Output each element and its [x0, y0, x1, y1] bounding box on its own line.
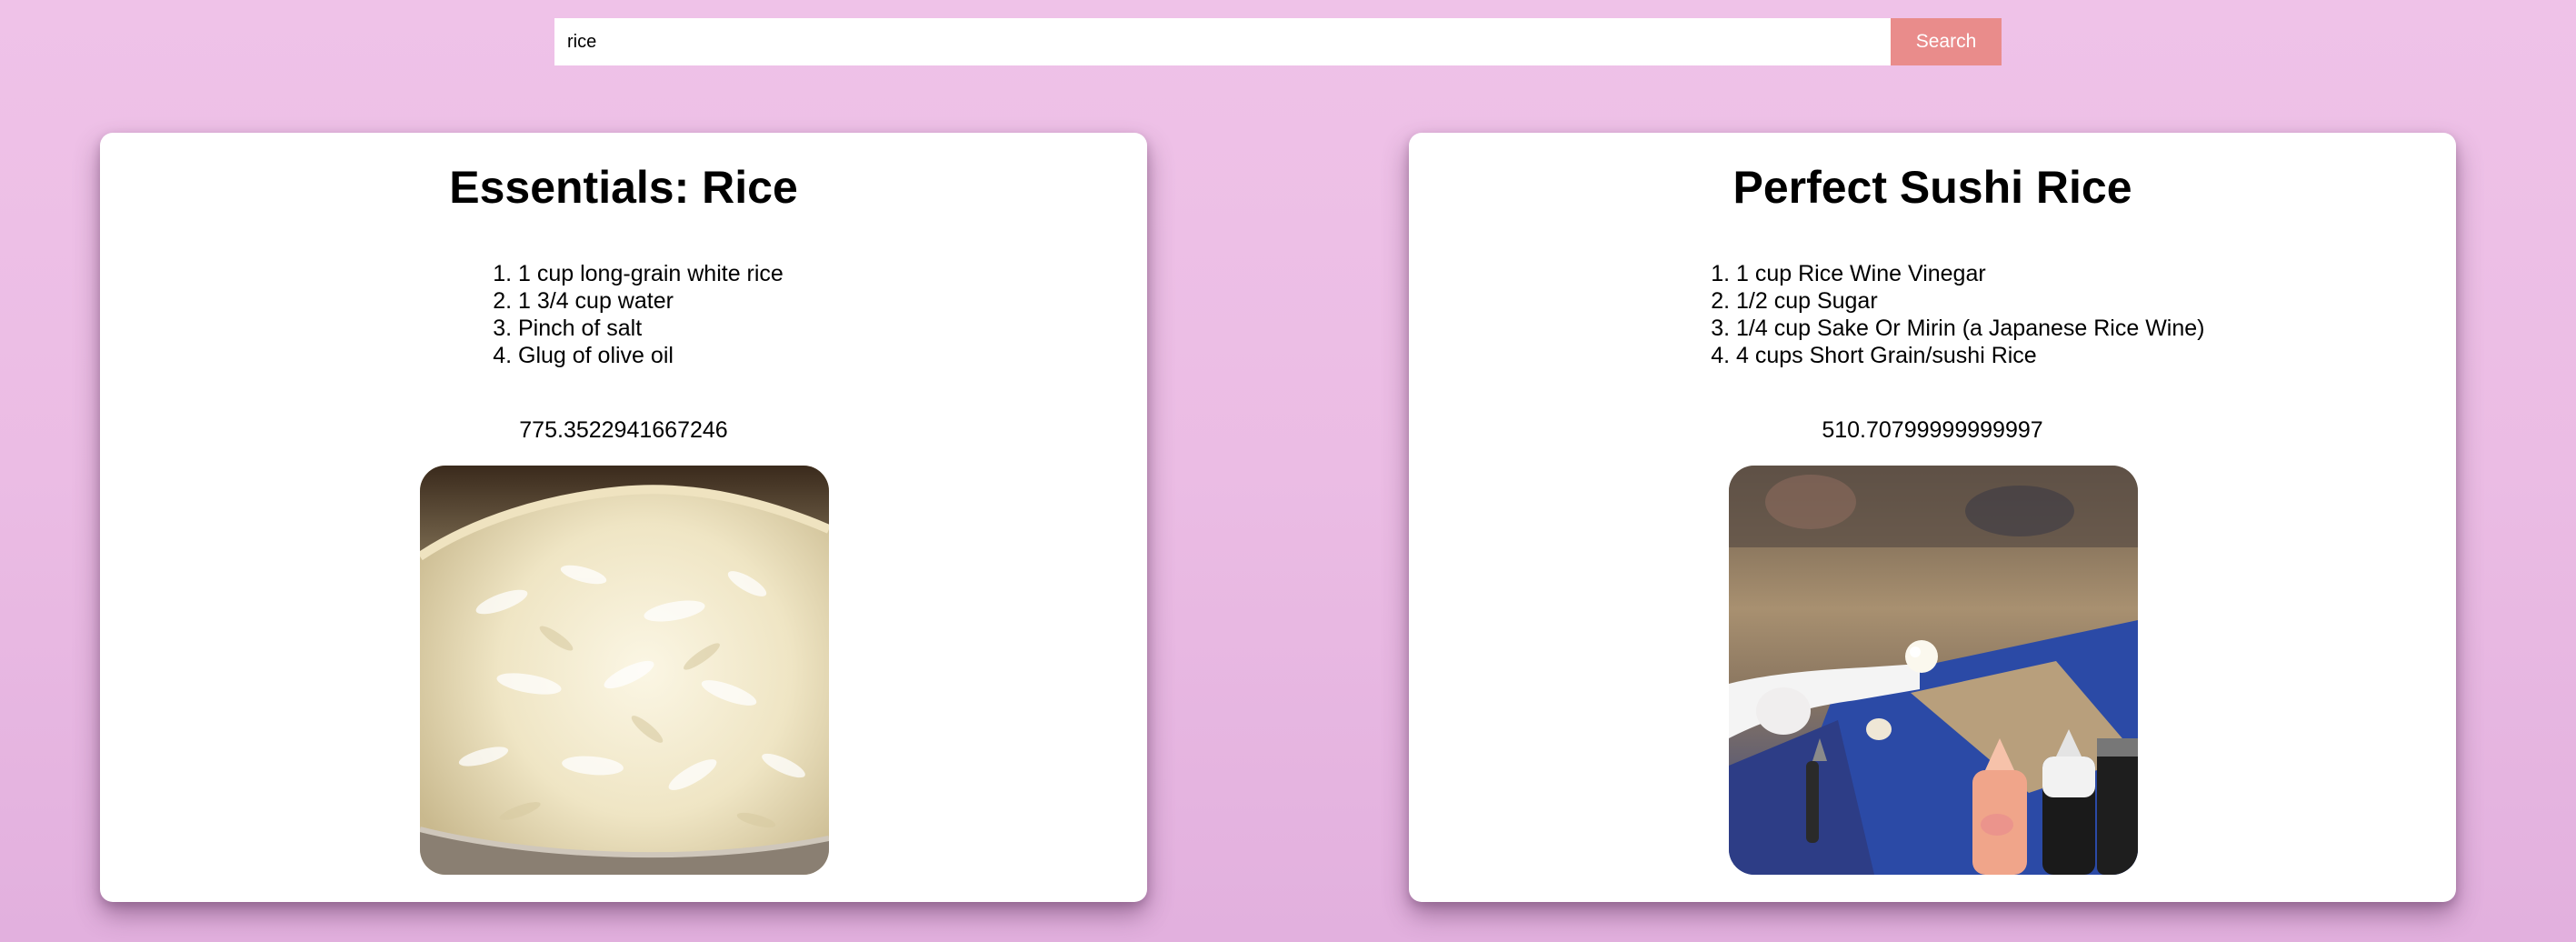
ingredient-list: 1 cup Rice Wine Vinegar 1/2 cup Sugar 1/… — [1705, 260, 2205, 369]
ingredient-item: Glug of olive oil — [518, 342, 784, 369]
recipe-photo-sushi — [1729, 466, 2138, 875]
search-button[interactable]: Search — [1891, 18, 2002, 65]
recipe-score: 775.3522941667246 — [519, 417, 728, 443]
search-input[interactable] — [554, 18, 1891, 65]
ingredient-item: 4 cups Short Grain/sushi Rice — [1736, 342, 2205, 369]
recipe-card: Perfect Sushi Rice 1 cup Rice Wine Vineg… — [1409, 133, 2456, 902]
recipe-title: Essentials: Rice — [449, 162, 798, 213]
ingredient-item: 1 cup Rice Wine Vinegar — [1736, 260, 2205, 287]
ingredient-item: 1 cup long-grain white rice — [518, 260, 784, 287]
recipe-title: Perfect Sushi Rice — [1732, 162, 2132, 213]
ingredient-item: 1/4 cup Sake Or Mirin (a Japanese Rice W… — [1736, 315, 2205, 342]
ingredient-item: Pinch of salt — [518, 315, 784, 342]
ingredient-list: 1 cup long-grain white rice 1 3/4 cup wa… — [487, 260, 784, 369]
recipe-card: Essentials: Rice 1 cup long-grain white … — [100, 133, 1147, 902]
ingredient-item: 1 3/4 cup water — [518, 287, 784, 315]
recipe-photo-rice — [420, 466, 829, 875]
recipe-score: 510.70799999999997 — [1822, 417, 2043, 443]
search-bar: Search — [554, 18, 2002, 65]
ingredient-item: 1/2 cup Sugar — [1736, 287, 2205, 315]
